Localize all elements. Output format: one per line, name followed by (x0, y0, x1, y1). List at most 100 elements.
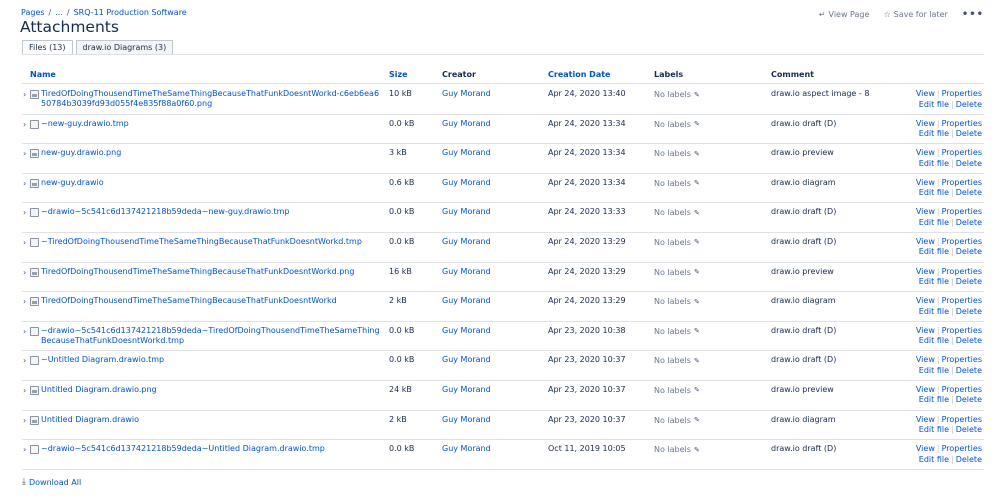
delete-link[interactable]: Delete (956, 307, 982, 316)
view-link[interactable]: View (916, 326, 935, 335)
view-link[interactable]: View (916, 237, 935, 246)
creator-link[interactable]: Guy Morand (442, 207, 491, 216)
edit-labels-pencil-icon[interactable]: ✎ (694, 298, 700, 306)
tab-drawio-diagrams[interactable]: draw.io Diagrams (3) (75, 40, 174, 55)
file-name-link[interactable]: ~TiredOfDoingThousendTimeTheSameThingBec… (41, 237, 381, 247)
properties-link[interactable]: Properties (942, 355, 982, 364)
view-link[interactable]: View (916, 355, 935, 364)
edit-labels-pencil-icon[interactable]: ✎ (694, 357, 700, 365)
view-link[interactable]: View (916, 178, 935, 187)
creator-link[interactable]: Guy Morand (442, 415, 491, 424)
delete-link[interactable]: Delete (956, 100, 982, 109)
creator-link[interactable]: Guy Morand (442, 267, 491, 276)
creator-link[interactable]: Guy Morand (442, 355, 491, 364)
expand-chevron-icon[interactable]: › (23, 297, 26, 306)
edit-labels-pencil-icon[interactable]: ✎ (694, 327, 700, 335)
creator-link[interactable]: Guy Morand (442, 178, 491, 187)
delete-link[interactable]: Delete (956, 455, 982, 464)
edit-file-link[interactable]: Edit file (919, 395, 949, 404)
view-page-button[interactable]: ↵ View Page (819, 10, 870, 19)
column-size-header[interactable]: Size (389, 70, 408, 79)
view-link[interactable]: View (916, 444, 935, 453)
delete-link[interactable]: Delete (956, 218, 982, 227)
file-name-link[interactable]: TiredOfDoingThousendTimeTheSameThingBeca… (41, 296, 381, 306)
properties-link[interactable]: Properties (942, 415, 982, 424)
creator-link[interactable]: Guy Morand (442, 296, 491, 305)
properties-link[interactable]: Properties (942, 207, 982, 216)
expand-chevron-icon[interactable]: › (23, 179, 26, 188)
properties-link[interactable]: Properties (942, 178, 982, 187)
file-name-link[interactable]: Untitled Diagram.drawio (41, 415, 381, 425)
expand-chevron-icon[interactable]: › (23, 356, 26, 365)
creator-link[interactable]: Guy Morand (442, 444, 491, 453)
edit-file-link[interactable]: Edit file (919, 455, 949, 464)
file-name-link[interactable]: new-guy.drawio.png (41, 148, 381, 158)
delete-link[interactable]: Delete (956, 277, 982, 286)
expand-chevron-icon[interactable]: › (23, 120, 26, 129)
more-actions-button[interactable]: ••• (962, 9, 984, 20)
delete-link[interactable]: Delete (956, 366, 982, 375)
expand-chevron-icon[interactable]: › (23, 268, 26, 277)
creator-link[interactable]: Guy Morand (442, 385, 491, 394)
breadcrumb-ellipsis[interactable]: ... (55, 8, 63, 17)
edit-labels-pencil-icon[interactable]: ✎ (694, 386, 700, 394)
properties-link[interactable]: Properties (942, 148, 982, 157)
file-name-link[interactable]: Untitled Diagram.drawio.png (41, 385, 381, 395)
expand-chevron-icon[interactable]: › (23, 327, 26, 336)
edit-labels-pencil-icon[interactable]: ✎ (694, 268, 700, 276)
view-link[interactable]: View (916, 148, 935, 157)
view-link[interactable]: View (916, 267, 935, 276)
expand-chevron-icon[interactable]: › (23, 90, 26, 99)
edit-file-link[interactable]: Edit file (919, 366, 949, 375)
expand-chevron-icon[interactable]: › (23, 238, 26, 247)
edit-labels-pencil-icon[interactable]: ✎ (694, 91, 700, 99)
view-link[interactable]: View (916, 415, 935, 424)
delete-link[interactable]: Delete (956, 395, 982, 404)
file-name-link[interactable]: ~drawio~5c541c6d137421218b59deda~new-guy… (41, 207, 381, 217)
file-name-link[interactable]: new-guy.drawio (41, 178, 381, 188)
edit-file-link[interactable]: Edit file (919, 307, 949, 316)
properties-link[interactable]: Properties (942, 326, 982, 335)
view-link[interactable]: View (916, 89, 935, 98)
view-link[interactable]: View (916, 207, 935, 216)
creator-link[interactable]: Guy Morand (442, 89, 491, 98)
properties-link[interactable]: Properties (942, 296, 982, 305)
column-date-header[interactable]: Creation Date (548, 70, 610, 79)
creator-link[interactable]: Guy Morand (442, 237, 491, 246)
expand-chevron-icon[interactable]: › (23, 386, 26, 395)
edit-file-link[interactable]: Edit file (919, 159, 949, 168)
edit-labels-pencil-icon[interactable]: ✎ (694, 446, 700, 454)
creator-link[interactable]: Guy Morand (442, 119, 491, 128)
edit-file-link[interactable]: Edit file (919, 336, 949, 345)
expand-chevron-icon[interactable]: › (23, 416, 26, 425)
properties-link[interactable]: Properties (942, 444, 982, 453)
edit-file-link[interactable]: Edit file (919, 425, 949, 434)
view-link[interactable]: View (916, 119, 935, 128)
download-all-link[interactable]: ⤓ Download All (22, 477, 81, 487)
edit-file-link[interactable]: Edit file (919, 247, 949, 256)
delete-link[interactable]: Delete (956, 247, 982, 256)
column-name-header[interactable]: Name (30, 70, 56, 79)
delete-link[interactable]: Delete (956, 336, 982, 345)
edit-file-link[interactable]: Edit file (919, 188, 949, 197)
edit-labels-pencil-icon[interactable]: ✎ (694, 179, 700, 187)
file-name-link[interactable]: ~Untitled Diagram.drawio.tmp (41, 355, 381, 365)
file-name-link[interactable]: ~drawio~5c541c6d137421218b59deda~TiredOf… (41, 326, 381, 346)
tab-files[interactable]: Files (13) (22, 40, 73, 55)
edit-labels-pencil-icon[interactable]: ✎ (694, 416, 700, 424)
file-name-link[interactable]: TiredOfDoingThousendTimeTheSameThingBeca… (41, 89, 381, 109)
breadcrumb-space[interactable]: SRQ-11 Production Software (74, 8, 187, 17)
file-name-link[interactable]: ~new-guy.drawio.tmp (41, 119, 381, 129)
creator-link[interactable]: Guy Morand (442, 326, 491, 335)
properties-link[interactable]: Properties (942, 119, 982, 128)
edit-labels-pencil-icon[interactable]: ✎ (694, 120, 700, 128)
delete-link[interactable]: Delete (956, 129, 982, 138)
delete-link[interactable]: Delete (956, 159, 982, 168)
view-link[interactable]: View (916, 385, 935, 394)
view-link[interactable]: View (916, 296, 935, 305)
expand-chevron-icon[interactable]: › (23, 208, 26, 217)
edit-file-link[interactable]: Edit file (919, 100, 949, 109)
delete-link[interactable]: Delete (956, 188, 982, 197)
properties-link[interactable]: Properties (942, 267, 982, 276)
properties-link[interactable]: Properties (942, 385, 982, 394)
